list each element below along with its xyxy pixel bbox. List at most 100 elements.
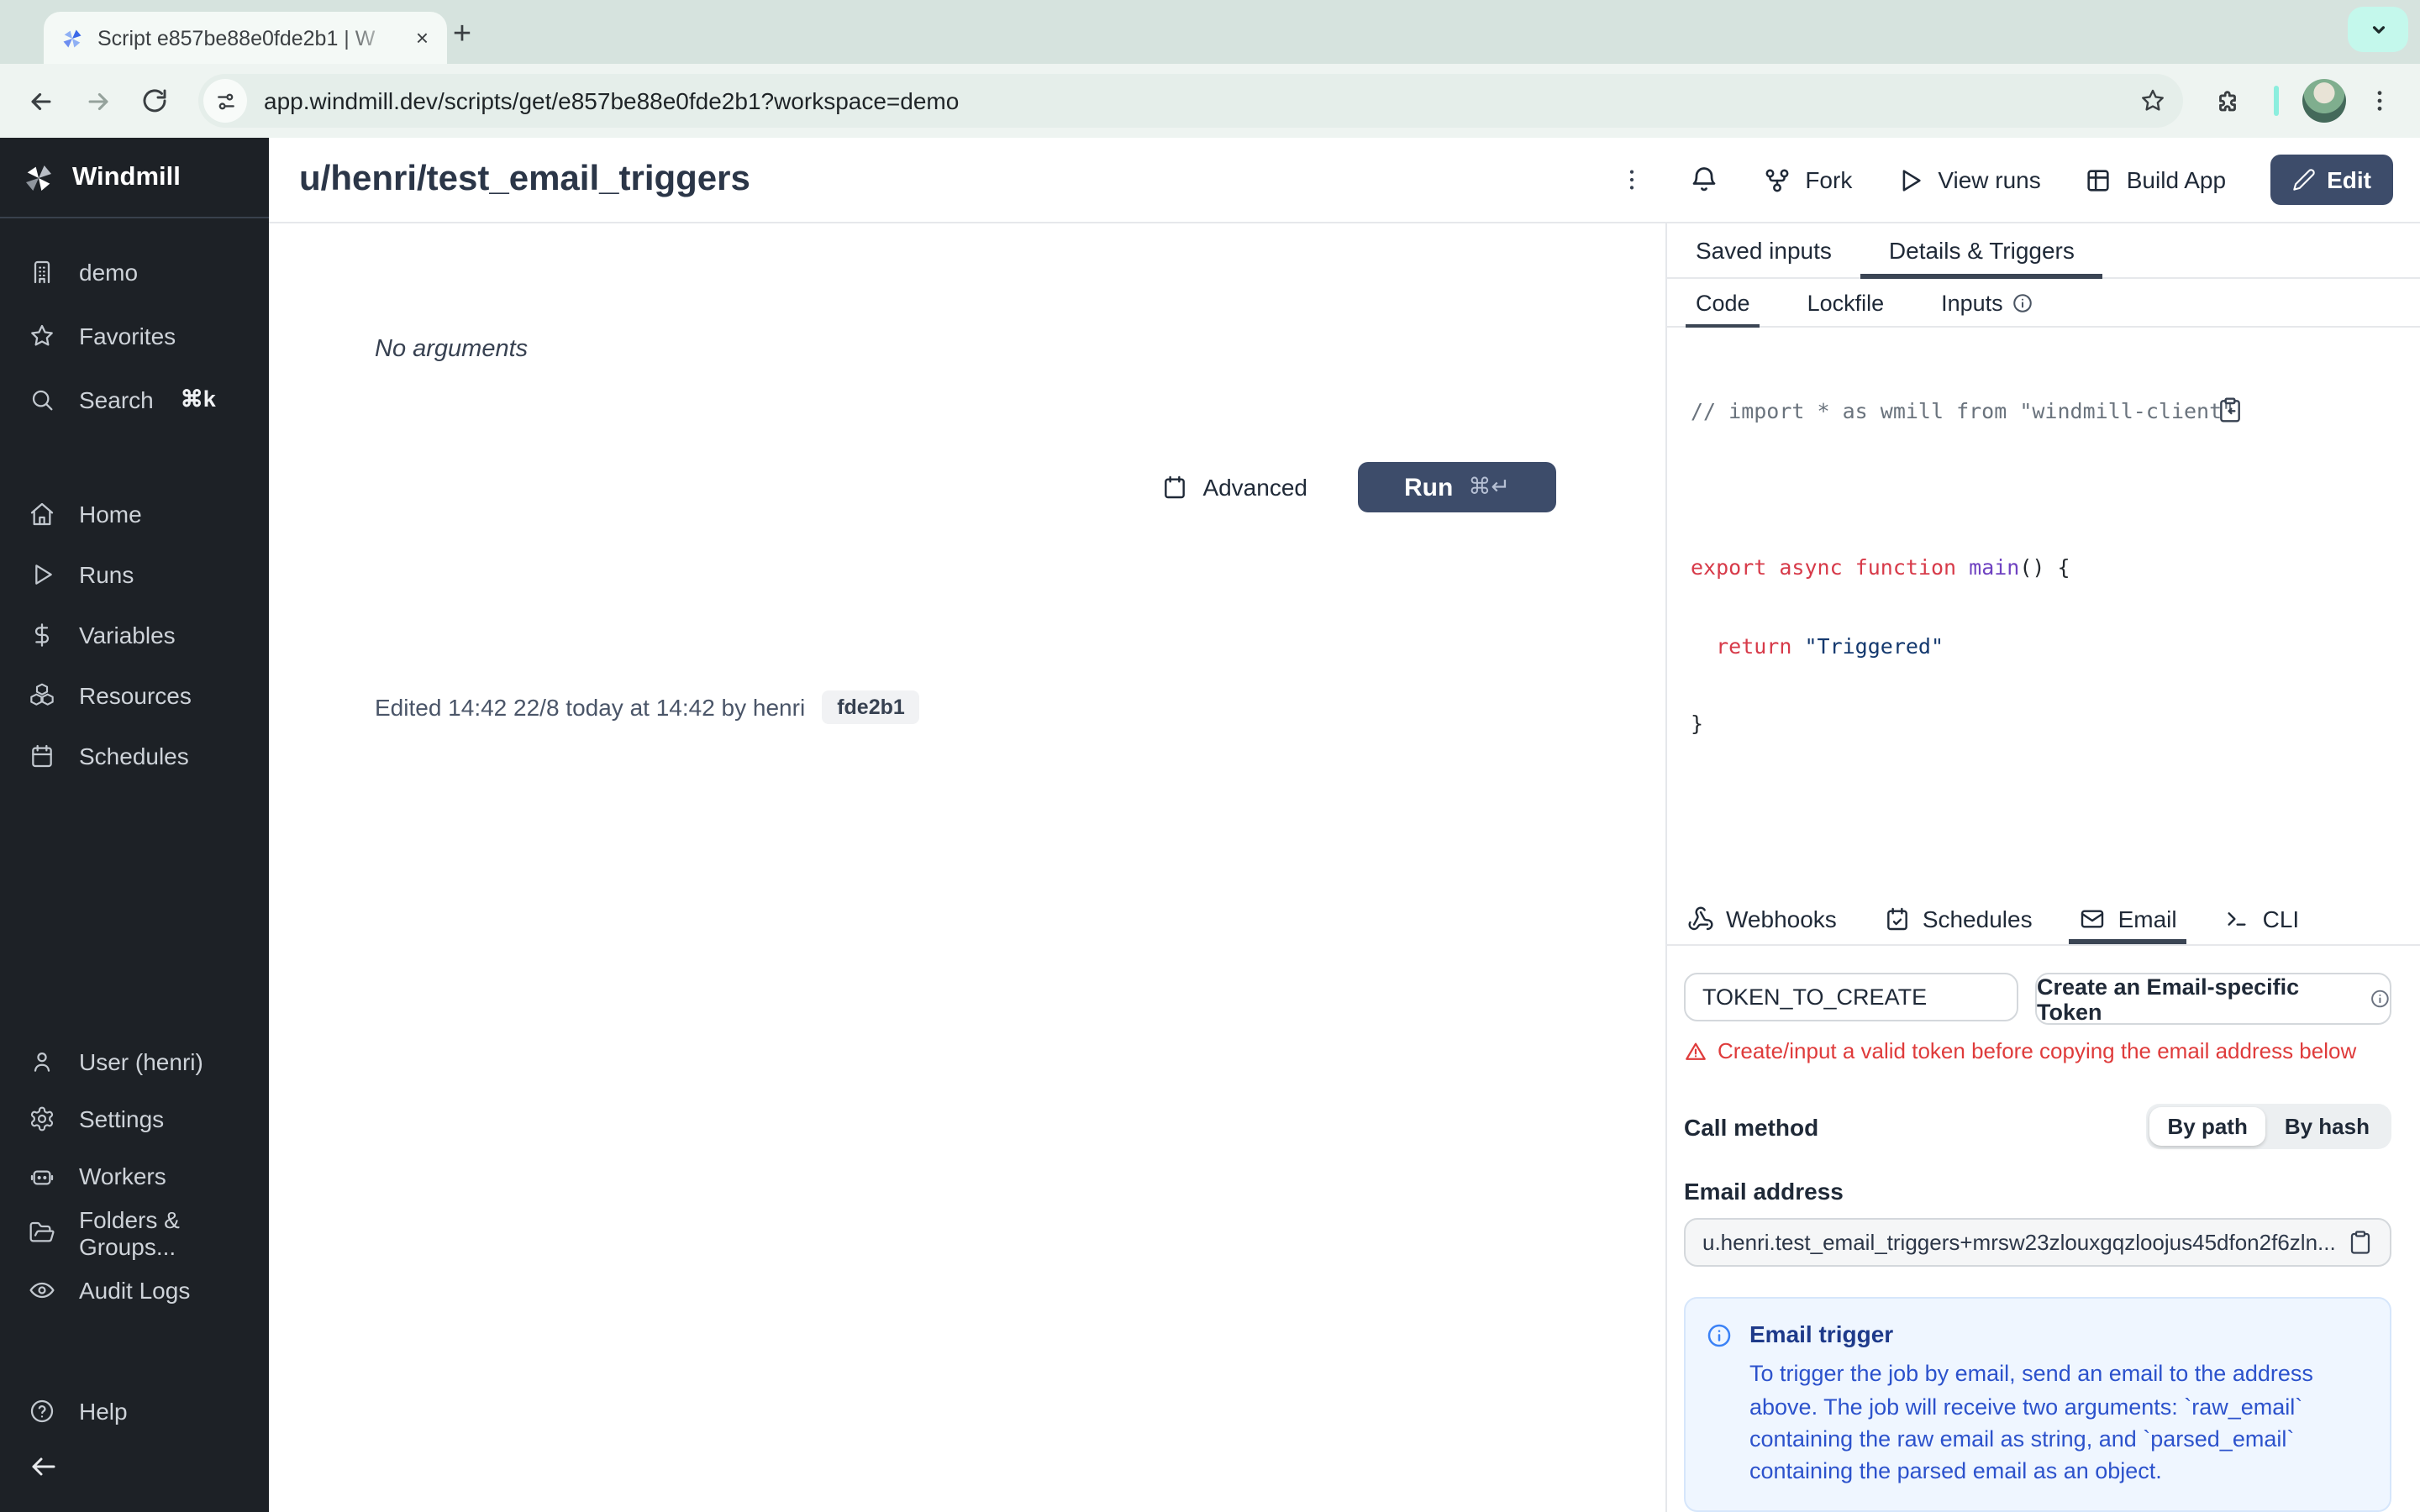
sidebar-item-settings[interactable]: Settings	[0, 1090, 269, 1147]
by-path-option[interactable]: By path	[2149, 1107, 2266, 1147]
reload-button[interactable]	[131, 77, 178, 124]
webhook-icon	[1688, 906, 1713, 930]
run-preview-pane: No arguments Advanced Run ⌘↵ Edited 14:4…	[269, 223, 1665, 1512]
sidebar-item-label: Help	[79, 1398, 128, 1425]
edit-button[interactable]: Edit	[2270, 155, 2393, 205]
token-input[interactable]	[1684, 973, 2018, 1022]
create-email-token-button[interactable]: Create an Email-specific Token	[2035, 973, 2391, 1026]
tab-lockfile[interactable]: Lockfile	[1804, 279, 1888, 326]
call-method-label: Call method	[1684, 1113, 1819, 1141]
script-menu-button[interactable]	[1618, 166, 1645, 193]
by-hash-option[interactable]: By hash	[2266, 1108, 2388, 1147]
tab-webhooks[interactable]: Webhooks	[1687, 893, 1837, 945]
search-shortcut: ⌘k	[180, 386, 216, 412]
info-circle-icon	[1707, 1325, 1731, 1348]
fork-label: Fork	[1805, 166, 1853, 193]
new-tab-button[interactable]: +	[440, 13, 484, 57]
tab-saved-inputs[interactable]: Saved inputs	[1667, 223, 1860, 277]
address-bar[interactable]: app.windmill.dev/scripts/get/e857be88e0f…	[198, 74, 2183, 128]
sidebar-item-workers[interactable]: Workers	[0, 1147, 269, 1205]
call-method-toggle: By path By hash	[2145, 1104, 2391, 1150]
gear-icon	[30, 1106, 54, 1131]
browser-menu-icon[interactable]	[2356, 77, 2403, 124]
user-icon	[34, 1052, 50, 1072]
sidebar-item-label: Variables	[79, 622, 176, 648]
info-box-title: Email trigger	[1749, 1320, 1894, 1348]
email-address-field[interactable]: u.henri.test_email_triggers+mrsw23zlouxg…	[1684, 1218, 2391, 1268]
tab-schedules[interactable]: Schedules	[1884, 893, 2033, 945]
bookmark-star-icon[interactable]	[2139, 87, 2166, 114]
build-app-button[interactable]: Build App	[2085, 165, 2226, 194]
home-icon	[30, 502, 54, 526]
info-circle-icon	[2370, 990, 2388, 1009]
details-panel: Saved inputs Details & Triggers Code Loc…	[1665, 223, 2420, 1512]
eye-icon	[29, 1282, 55, 1299]
sidebar-item-label: Folders & Groups...	[79, 1206, 180, 1260]
sidebar-item-schedules[interactable]: Schedules	[0, 726, 269, 786]
token-warning: Create/input a valid token before copyin…	[1684, 1039, 2391, 1064]
toolbar-separator	[2274, 86, 2279, 116]
tab-details-triggers[interactable]: Details & Triggers	[1860, 223, 2104, 279]
tab-code[interactable]: Code	[1685, 279, 1761, 328]
view-runs-button[interactable]: View runs	[1896, 165, 2041, 194]
details-tabbar: Saved inputs Details & Triggers	[1667, 223, 2420, 279]
no-arguments-text: No arguments	[375, 336, 529, 363]
chevron-down-icon	[2371, 26, 2385, 34]
sidebar-item-runs[interactable]: Runs	[0, 544, 269, 605]
notifications-button[interactable]	[1689, 165, 1719, 195]
sidebar-brand[interactable]: Windmill	[0, 138, 269, 218]
sidebar-item-label: demo	[79, 259, 139, 286]
sidebar-item-label: User (henri)	[79, 1048, 203, 1075]
code-tabbar: Code Lockfile Inputs	[1667, 279, 2420, 328]
sidebar-item-label: Favorites	[79, 323, 176, 349]
bell-icon	[1692, 167, 1716, 192]
info-circle-icon	[2012, 293, 2032, 312]
calendar-icon	[32, 744, 52, 768]
windmill-favicon	[60, 26, 84, 50]
url-text[interactable]: app.windmill.dev/scripts/get/e857be88e0f…	[264, 87, 2139, 114]
sidebar-item-label: Search	[79, 386, 154, 413]
sidebar-item-label: Settings	[79, 1105, 165, 1132]
sidebar-item-label: Audit Logs	[79, 1277, 191, 1304]
run-button[interactable]: Run ⌘↵	[1358, 462, 1556, 512]
sidebar-item-workspace-demo[interactable]: demo	[0, 240, 269, 304]
edited-text: Edited 14:42 22/8 today at 14:42 by henr…	[375, 694, 806, 721]
sidebar-item-favorites[interactable]: Favorites	[0, 304, 269, 368]
browser-toolbar: app.windmill.dev/scripts/get/e857be88e0f…	[0, 64, 2420, 138]
run-label: Run	[1404, 473, 1454, 501]
sidebar-item-variables[interactable]: Variables	[0, 605, 269, 665]
clipboard-copy-icon	[2219, 397, 2240, 423]
sidebar-item-audit-logs[interactable]: Audit Logs	[0, 1262, 269, 1319]
browser-tab[interactable]: Script e857be88e0fde2b1 | W ×	[44, 12, 447, 64]
sidebar-item-label: Workers	[79, 1163, 166, 1189]
advanced-label: Advanced	[1202, 474, 1307, 501]
site-info-icon[interactable]	[203, 79, 247, 123]
sidebar-item-folders-groups[interactable]: Folders & Groups...	[0, 1205, 269, 1262]
boxes-icon	[30, 683, 54, 706]
edit-label: Edit	[2327, 166, 2371, 193]
copy-code-button[interactable]	[2216, 344, 2393, 475]
sidebar-item-help[interactable]: Help	[0, 1383, 269, 1440]
sidebar-item-user[interactable]: User (henri)	[0, 1033, 269, 1090]
collapse-sidebar-button[interactable]	[0, 1440, 269, 1494]
sidebar-item-search[interactable]: Search ⌘k	[0, 368, 269, 432]
extensions-icon[interactable]	[2203, 77, 2250, 124]
back-button[interactable]	[17, 77, 64, 124]
sidebar-item-resources[interactable]: Resources	[0, 665, 269, 726]
tab-cli[interactable]: CLI	[2224, 893, 2299, 945]
email-address-value: u.henri.test_email_triggers+mrsw23zlouxg…	[1702, 1230, 2334, 1256]
tab-email[interactable]: Email	[2069, 893, 2187, 945]
star-icon	[31, 324, 53, 346]
tab-close-icon[interactable]: ×	[411, 25, 434, 50]
advanced-button[interactable]: Advanced	[1160, 474, 1307, 501]
profile-avatar[interactable]	[2302, 79, 2346, 123]
code-viewer[interactable]: // import * as wmill from "windmill-clie…	[1667, 328, 2420, 892]
forward-button[interactable]	[74, 77, 121, 124]
sidebar-item-home[interactable]: Home	[0, 484, 269, 544]
fork-button[interactable]: Fork	[1763, 165, 1852, 194]
version-badge[interactable]: fde2b1	[822, 690, 920, 724]
tab-inputs[interactable]: Inputs	[1938, 279, 2037, 326]
fork-icon	[1765, 168, 1789, 192]
window-controls-button[interactable]	[2348, 7, 2408, 52]
page-header: u/henri/test_email_triggers Fork View ru…	[269, 138, 2420, 223]
